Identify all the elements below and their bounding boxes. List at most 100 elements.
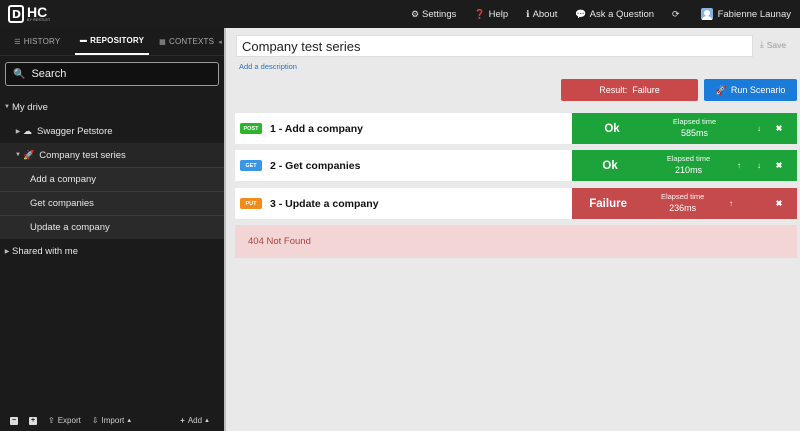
search-placeholder: Search (31, 68, 67, 80)
request-name: 1 - Add a company (270, 122, 363, 135)
method-badge: GET (240, 160, 262, 171)
chevron-left-icon: ◂ (218, 39, 222, 46)
caret-down-icon: ▼ (4, 104, 10, 110)
caret-up-icon: ▲ (126, 417, 133, 424)
elapsed-label: Elapsed time (660, 192, 705, 202)
help-menu[interactable]: ❓ Help (465, 0, 517, 28)
sidebar-tabs: ☰ HISTORY ▬ REPOSITORY ▦ CONTEXTS (0, 28, 224, 56)
add-label: Add (187, 416, 203, 425)
about-menu[interactable]: ℹ About (517, 0, 566, 28)
elapsed-label: Elapsed time (666, 154, 711, 164)
tree-item-shared-with-me[interactable]: ▶ Shared with me (0, 239, 224, 263)
grid-icon: ▦ (159, 38, 166, 46)
tree-item-label: My drive (12, 101, 48, 113)
move-down-icon[interactable]: ↓ (749, 124, 769, 133)
import-button[interactable]: ⇩ Import ▲ (92, 416, 132, 425)
request-status: Ok Elapsed time 210ms ↑ ↓ ✖ (572, 150, 797, 181)
app-logo[interactable]: D HC BY RESTLET (0, 0, 58, 28)
remove-icon[interactable]: ✖ (769, 124, 789, 133)
minus-square-icon: − (10, 416, 18, 425)
tree-item-request[interactable]: Add a company (0, 167, 224, 191)
tree-item-my-drive[interactable]: ▼ My drive (0, 95, 224, 119)
chat-bubble-icon: 💬 (575, 8, 587, 19)
run-scenario-button[interactable]: 🚀 Run Scenario (704, 79, 797, 101)
remove-icon[interactable]: ✖ (769, 161, 789, 170)
tab-contexts[interactable]: ▦ CONTEXTS (149, 28, 224, 55)
elapsed-time: Elapsed time 210ms (648, 154, 729, 176)
search-input[interactable]: 🔍 Search (5, 62, 219, 86)
remove-icon[interactable]: ✖ (769, 199, 789, 208)
caret-down-icon: ▼ (15, 152, 21, 158)
user-menu[interactable]: Fabienne Launay (692, 0, 800, 28)
caret-right-icon: ▶ (15, 128, 21, 135)
move-down-icon[interactable]: ↓ (749, 161, 769, 170)
result-value: Failure (632, 85, 660, 95)
scenario-panel: Company test series ⤓ Save Add a descrip… (226, 28, 800, 431)
folder-icon: ▬ (79, 37, 88, 44)
request-row[interactable]: PUT 3 - Update a company Failure Elapsed… (235, 188, 797, 219)
top-nav: ⚙ Settings ❓ Help ℹ About 💬 Ask a Question ⟳… (402, 0, 800, 28)
move-up-icon[interactable]: ↑ (721, 199, 741, 208)
elapsed-time: Elapsed time 236ms (644, 192, 721, 214)
request-result: Ok (604, 122, 620, 135)
method-badge: PUT (240, 198, 262, 209)
tab-repository[interactable]: ▬ REPOSITORY (74, 28, 150, 55)
settings-label: Settings (422, 8, 457, 20)
tree-item-company-test-series[interactable]: ▼ 🚀 Company test series (0, 143, 224, 167)
tab-history[interactable]: ☰ HISTORY (0, 28, 75, 55)
collapse-all-button[interactable]: − (10, 416, 18, 425)
info-icon: ℹ (526, 8, 530, 19)
elapsed-time: Elapsed time 585ms (652, 117, 737, 139)
expand-all-button[interactable]: + (29, 416, 37, 425)
download-icon: ⤓ (760, 39, 764, 49)
tree-item-label: Shared with me (12, 245, 79, 257)
elapsed-label: Elapsed time (672, 117, 717, 127)
settings-menu[interactable]: ⚙ Settings (402, 0, 465, 28)
request-result: Ok (602, 159, 618, 172)
tree-item-label: Update a company (30, 222, 110, 233)
collapse-sidebar-button[interactable]: ◂ (216, 36, 224, 48)
repository-tree: ▼ My drive ▶ ☁ Swagger Petstore ▼ 🚀 Comp… (0, 95, 224, 263)
add-button[interactable]: + Add ▲ (180, 416, 210, 425)
tree-item-swagger-petstore[interactable]: ▶ ☁ Swagger Petstore (0, 119, 224, 143)
caret-right-icon: ▶ (4, 248, 10, 255)
tab-contexts-label: CONTEXTS (169, 37, 215, 46)
sidebar: ☰ HISTORY ▬ REPOSITORY ▦ CONTEXTS ◂ 🔍 Searc… (0, 28, 224, 431)
tree-item-request[interactable]: Update a company (0, 215, 224, 239)
tab-history-label: HISTORY (23, 37, 61, 46)
elapsed-value: 236ms (669, 203, 697, 214)
request-status: Ok Elapsed time 585ms ↓ ✖ (572, 113, 797, 144)
refresh-button[interactable]: ⟳ (663, 0, 692, 28)
tree-item-request[interactable]: Get companies (0, 191, 224, 215)
add-description-link[interactable]: Add a description (239, 62, 297, 71)
user-name: Fabienne Launay (717, 8, 791, 20)
request-row[interactable]: GET 2 - Get companies Ok Elapsed time 21… (235, 150, 797, 181)
request-name: 2 - Get companies (270, 159, 361, 172)
request-row[interactable]: POST 1 - Add a company Ok Elapsed time 5… (235, 113, 797, 144)
avatar (700, 8, 713, 20)
export-button[interactable]: ⇪ Export (48, 416, 81, 425)
move-up-icon[interactable]: ↑ (729, 161, 749, 170)
save-button[interactable]: ⤓ Save (760, 39, 786, 50)
ask-question-menu[interactable]: 💬 Ask a Question (566, 0, 663, 28)
export-icon: ⇪ (48, 416, 55, 425)
tab-repository-label: REPOSITORY (90, 36, 145, 45)
plus-icon: + (180, 416, 185, 425)
help-label: Help (488, 8, 509, 20)
logo-byline: BY RESTLET (27, 18, 51, 23)
tree-item-label: Add a company (30, 174, 97, 185)
cloud-icon: ☁ (23, 125, 32, 136)
method-badge: POST (240, 123, 262, 134)
tree-item-label: Company test series (39, 149, 126, 161)
scenario-title-value: Company test series (242, 38, 361, 54)
import-label: Import (101, 416, 125, 425)
gear-icon: ⚙ (410, 8, 420, 19)
request-result: Failure (589, 197, 627, 210)
plus-square-icon: + (29, 416, 37, 425)
save-label: Save (766, 39, 787, 50)
sidebar-footer: − + ⇪ Export ⇩ Import ▲ + Add ▲ (0, 410, 224, 431)
refresh-icon: ⟳ (672, 8, 680, 19)
list-icon: ☰ (14, 38, 21, 46)
export-label: Export (57, 416, 81, 425)
scenario-title-input[interactable]: Company test series (236, 35, 753, 57)
